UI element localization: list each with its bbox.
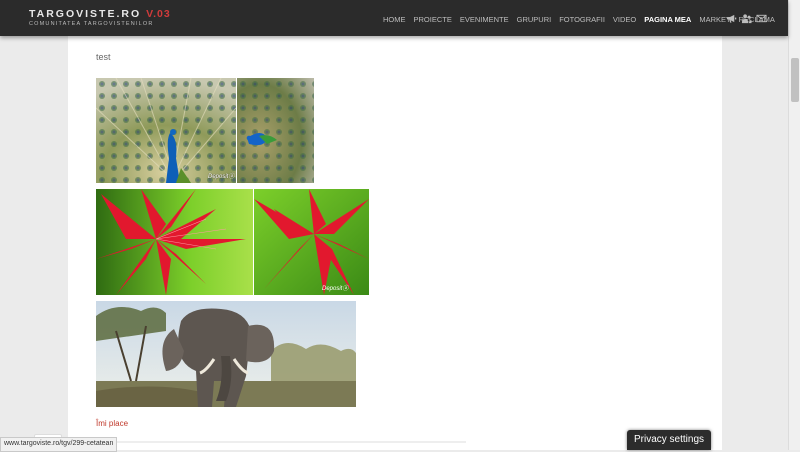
nav-grupuri[interactable]: GRUPURI [517,15,552,25]
scrollbar-thumb[interactable] [791,58,799,102]
photo-flower-1[interactable] [96,189,253,295]
like-link[interactable]: Îmi place [96,419,128,428]
nav-fotografii[interactable]: FOTOGRAFII [559,15,605,25]
nav-video[interactable]: VIDEO [613,15,636,25]
nav-proiecte[interactable]: PROIECTE [414,15,452,25]
post-title: test [96,52,111,62]
top-navigation-bar: TARGOVISTE.RO V.03 COMUNITATEA TARGOVIST… [0,0,788,36]
photo-flower-2[interactable]: Depositⓐ [254,189,369,295]
logo-name: TARGOVISTE.RO [29,8,142,20]
watermark: Depositⓐ [322,284,349,292]
privacy-settings-button[interactable]: Privacy settings [627,430,711,450]
users-icon[interactable] [741,13,752,24]
nav-pagina-mea[interactable]: PAGINA MEA [644,15,691,25]
site-logo[interactable]: TARGOVISTE.RO V.03 COMUNITATEA TARGOVIST… [29,8,171,28]
header-icons [726,13,771,24]
logo-version: V.03 [146,8,171,20]
photo-peacock-1[interactable]: Depositⓐ [96,78,236,183]
watermark: Depositⓐ [208,172,235,180]
nav-home[interactable]: HOME [383,15,406,25]
photo-elephant[interactable] [96,301,356,407]
mail-icon[interactable] [756,13,767,24]
logo-tagline: COMUNITATEA TARGOVISTENILOR [29,21,154,27]
nav-evenimente[interactable]: EVENIMENTE [460,15,509,25]
main-nav: HOME PROIECTE EVENIMENTE GRUPURI FOTOGRA… [383,15,783,25]
comment-divider [96,441,466,443]
megaphone-icon[interactable] [726,13,737,24]
photo-peacock-2[interactable] [237,78,314,183]
